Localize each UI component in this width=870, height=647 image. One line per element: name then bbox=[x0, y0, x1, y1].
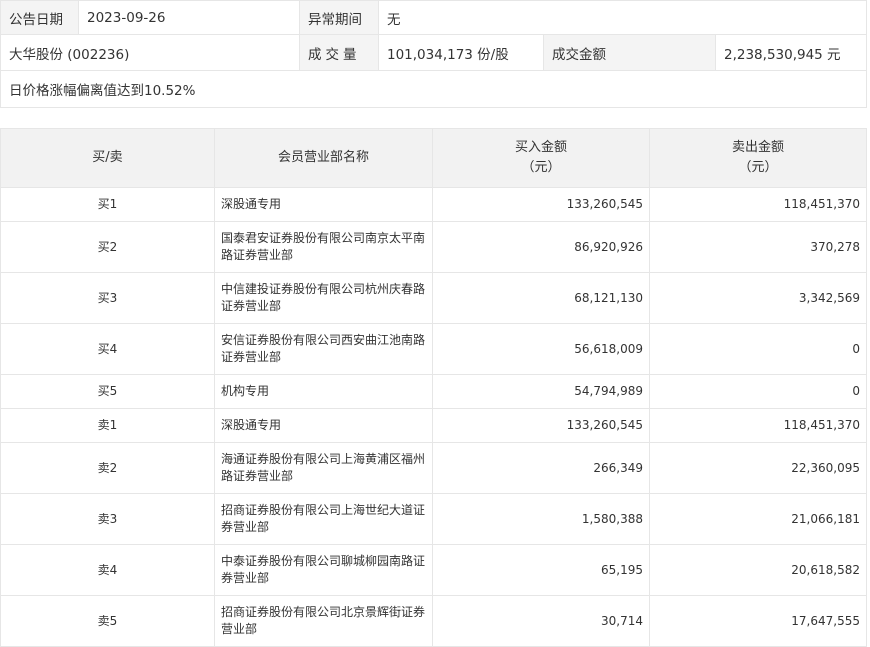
row-buy-amount: 1,580,388 bbox=[432, 493, 650, 545]
row-broker: 招商证券股份有限公司上海世纪大道证券营业部 bbox=[214, 493, 433, 545]
row-sell-amount: 370,278 bbox=[649, 221, 867, 273]
header-broker: 会员营业部名称 bbox=[214, 128, 433, 188]
row-side: 卖1 bbox=[0, 408, 215, 443]
table-row: 卖1 深股通专用 133,260,545 118,451,370 bbox=[0, 408, 867, 443]
info-row-volume: 大华股份 (002236) 成交量 101,034,173 份/股 成交金额 2… bbox=[0, 34, 868, 71]
row-side: 卖2 bbox=[0, 442, 215, 494]
row-sell-amount: 0 bbox=[649, 323, 867, 375]
volume-label: 成交量 bbox=[299, 34, 379, 71]
header-sell-amount-label: 卖出金额 bbox=[731, 140, 784, 155]
row-side: 买4 bbox=[0, 323, 215, 375]
row-sell-amount: 20,618,582 bbox=[649, 544, 867, 596]
table-header-row: 买/卖 会员营业部名称 买入金额 （元） 卖出金额 （元） bbox=[0, 128, 867, 188]
header-buy-amount: 买入金额 （元） bbox=[432, 128, 650, 188]
row-buy-amount: 65,195 bbox=[432, 544, 650, 596]
row-buy-amount: 133,260,545 bbox=[432, 408, 650, 443]
row-sell-amount: 118,451,370 bbox=[649, 187, 867, 222]
row-side: 买2 bbox=[0, 221, 215, 273]
row-side: 买1 bbox=[0, 187, 215, 222]
broker-trades-table: 买/卖 会员营业部名称 买入金额 （元） 卖出金额 （元） 买1 深股通专用 133… bbox=[0, 128, 867, 647]
abnormal-period-label: 异常期间 bbox=[299, 0, 379, 35]
row-sell-amount: 3,342,569 bbox=[649, 272, 867, 324]
row-buy-amount: 54,794,989 bbox=[432, 374, 650, 409]
row-sell-amount: 118,451,370 bbox=[649, 408, 867, 443]
info-row-reason: 日价格涨幅偏离值达到10.52% bbox=[0, 70, 868, 108]
table-row: 卖2 海通证券股份有限公司上海黄浦区福州路证券营业部 266,349 22,36… bbox=[0, 442, 867, 494]
header-side-label: 买/卖 bbox=[92, 150, 123, 165]
header-sell-amount-unit: （元） bbox=[738, 160, 778, 175]
header-sell-amount: 卖出金额 （元） bbox=[649, 128, 867, 188]
row-sell-amount: 17,647,555 bbox=[649, 595, 867, 647]
volume-value: 101,034,173 份/股 bbox=[378, 34, 544, 71]
row-side: 买5 bbox=[0, 374, 215, 409]
row-broker: 深股通专用 bbox=[214, 408, 433, 443]
table-row: 买1 深股通专用 133,260,545 118,451,370 bbox=[0, 187, 867, 222]
row-buy-amount: 266,349 bbox=[432, 442, 650, 494]
table-row: 买4 安信证券股份有限公司西安曲江池南路证券营业部 56,618,009 0 bbox=[0, 323, 867, 375]
header-buy-amount-unit: （元） bbox=[521, 160, 561, 175]
row-sell-amount: 22,360,095 bbox=[649, 442, 867, 494]
stock-name: 大华股份 (002236) bbox=[0, 34, 300, 71]
row-buy-amount: 133,260,545 bbox=[432, 187, 650, 222]
header-broker-label: 会员营业部名称 bbox=[277, 150, 369, 165]
table-row: 买3 中信建投证券股份有限公司杭州庆春路证券营业部 68,121,130 3,3… bbox=[0, 272, 867, 324]
row-broker: 安信证券股份有限公司西安曲江池南路证券营业部 bbox=[214, 323, 433, 375]
row-side: 卖4 bbox=[0, 544, 215, 596]
row-broker: 中信建投证券股份有限公司杭州庆春路证券营业部 bbox=[214, 272, 433, 324]
row-buy-amount: 56,618,009 bbox=[432, 323, 650, 375]
table-row: 卖3 招商证券股份有限公司上海世纪大道证券营业部 1,580,388 21,06… bbox=[0, 493, 867, 545]
announcement-date-label: 公告日期 bbox=[0, 0, 79, 35]
header-buy-amount-label: 买入金额 bbox=[514, 140, 567, 155]
turnover-amount-value: 2,238,530,945 元 bbox=[714, 34, 868, 71]
row-broker: 机构专用 bbox=[214, 374, 433, 409]
turnover-amount-label: 成交金额 bbox=[543, 34, 716, 71]
row-sell-amount: 21,066,181 bbox=[649, 493, 867, 545]
table-row: 买5 机构专用 54,794,989 0 bbox=[0, 374, 867, 409]
table-row: 卖4 中泰证券股份有限公司聊城柳园南路证券营业部 65,195 20,618,5… bbox=[0, 544, 867, 596]
table-row: 买2 国泰君安证券股份有限公司南京太平南路证券营业部 86,920,926 37… bbox=[0, 221, 867, 273]
row-side: 卖3 bbox=[0, 493, 215, 545]
row-broker: 中泰证券股份有限公司聊城柳园南路证券营业部 bbox=[214, 544, 433, 596]
row-broker: 国泰君安证券股份有限公司南京太平南路证券营业部 bbox=[214, 221, 433, 273]
row-broker: 招商证券股份有限公司北京景辉街证券营业部 bbox=[214, 595, 433, 647]
row-sell-amount: 0 bbox=[649, 374, 867, 409]
header-side: 买/卖 bbox=[0, 128, 215, 188]
row-broker: 海通证券股份有限公司上海黄浦区福州路证券营业部 bbox=[214, 442, 433, 494]
announcement-date-value: 2023-09-26 bbox=[78, 0, 300, 35]
listing-reason: 日价格涨幅偏离值达到10.52% bbox=[0, 70, 868, 108]
table-row: 卖5 招商证券股份有限公司北京景辉街证券营业部 30,714 17,647,55… bbox=[0, 595, 867, 647]
abnormal-period-value: 无 bbox=[377, 0, 868, 35]
row-buy-amount: 30,714 bbox=[432, 595, 650, 647]
row-buy-amount: 86,920,926 bbox=[432, 221, 650, 273]
row-side: 买3 bbox=[0, 272, 215, 324]
row-broker: 深股通专用 bbox=[214, 187, 433, 222]
row-side: 卖5 bbox=[0, 595, 215, 647]
row-buy-amount: 68,121,130 bbox=[432, 272, 650, 324]
info-row-date: 公告日期 2023-09-26 异常期间 无 bbox=[0, 0, 868, 35]
announcement-info-table: 公告日期 2023-09-26 异常期间 无 大华股份 (002236) 成交量… bbox=[0, 0, 868, 108]
